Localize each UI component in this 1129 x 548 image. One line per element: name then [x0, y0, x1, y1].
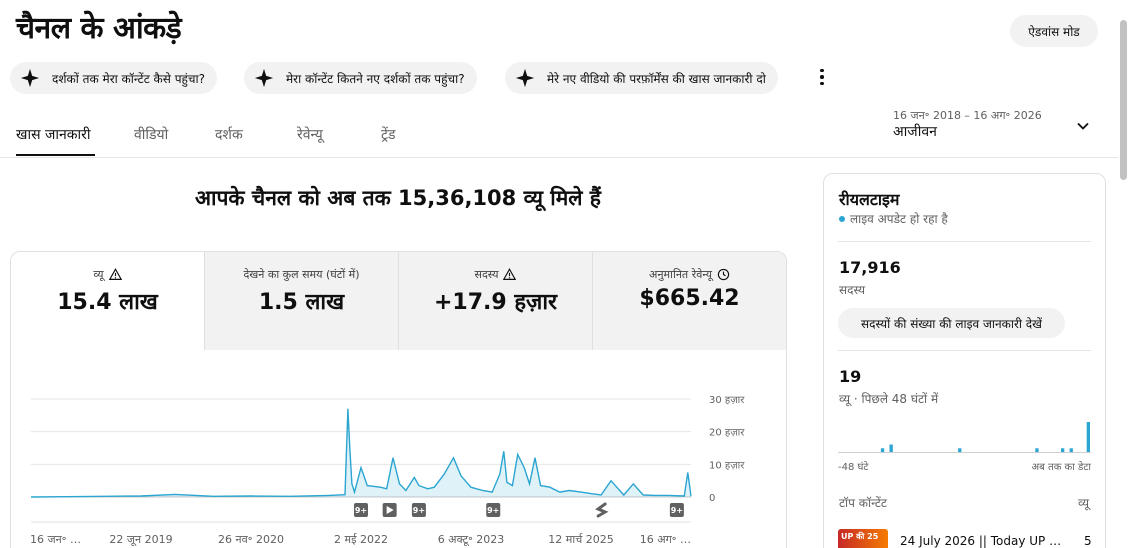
event-marker-count[interactable]: 9+ [411, 503, 426, 517]
realtime-card [823, 173, 1106, 548]
views-area [31, 408, 691, 497]
realtime-views-count: 19 [839, 367, 862, 386]
live-dot-icon [839, 215, 845, 222]
sparkle-icon [515, 68, 535, 88]
date-range-text[interactable]: 16 जन॰ 2018 – 16 अग॰ 2026 [893, 108, 1042, 123]
tab-overview[interactable]: खास जानकारी [16, 125, 91, 144]
live-status: लाइव अपडेट हो रहा है [839, 210, 948, 227]
tab-audience[interactable]: दर्शक [215, 125, 243, 144]
realtime-views-label: व्यू · पिछले 48 घंटों में [839, 392, 939, 406]
realtime-bar[interactable] [1061, 448, 1065, 453]
x-tick-label: 16 अग॰ … [640, 533, 691, 546]
top-video-views: 5 [1084, 534, 1092, 548]
event-marker-count[interactable]: 9+ [669, 503, 684, 517]
page-scrollbar[interactable] [1118, 18, 1128, 548]
chip-label: दर्शकों तक मेरा कॉन्टेंट कैसे पहुंचा? [52, 71, 205, 86]
advanced-mode-button[interactable]: ऐडवांस मोड [1010, 15, 1098, 47]
live-status-text: लाइव अपडेट हो रहा है [850, 212, 948, 226]
x-tick-label: 12 मार्च 2025 [548, 533, 613, 546]
suggestion-chip-new-viewers[interactable]: मेरा कॉन्टेंट कितने नए दर्शकों तक पहुंचा… [244, 62, 477, 94]
top-content-views-header: व्यू [1078, 496, 1090, 510]
event-marker-count[interactable]: 9+ [354, 503, 368, 517]
svg-text:9+: 9+ [671, 506, 683, 515]
divider [838, 241, 1091, 242]
suggestion-chip-new-videos[interactable]: मेरे नए वीडियो की परफ़ॉर्मेंस की खास जान… [505, 62, 778, 94]
realtime-subscribers-label: सदस्य [839, 283, 866, 297]
top-video-thumbnail-text: UP की 25 [841, 532, 879, 541]
realtime-bar[interactable] [1086, 422, 1090, 452]
realtime-title: रीयलटाइम [839, 190, 900, 209]
chip-label: मेरा कॉन्टेंट कितने नए दर्शकों तक पहुंचा… [286, 71, 465, 86]
x-tick-label: 16 जन॰ … [30, 533, 81, 546]
event-marker-count[interactable]: 9+ [486, 503, 501, 517]
top-content-label: टॉप कॉन्टेंट [839, 496, 887, 510]
top-video-title[interactable]: 24 July 2026 || Today UP N… [900, 534, 1062, 548]
y-tick-label: 20 हज़ार [709, 428, 745, 439]
y-tick-label: 10 हज़ार [709, 460, 745, 471]
top-video-thumbnail[interactable]: UP की 25 [838, 529, 888, 548]
tab-revenue[interactable]: रेवेन्यू [297, 125, 323, 144]
svg-text:9+: 9+ [413, 506, 425, 515]
x-tick-label: 26 नव॰ 2020 [218, 533, 284, 546]
realtime-axis-right: अब तक का डेटा [1031, 461, 1091, 473]
y-tick-label: 30 हज़ार [709, 395, 745, 406]
event-marker-shorts[interactable] [595, 502, 610, 518]
svg-text:9+: 9+ [487, 506, 499, 515]
live-subscriber-count-button[interactable]: सदस्यों की संख्या की लाइव जानकारी देखें [838, 308, 1065, 338]
suggestion-chip-audience-reach[interactable]: दर्शकों तक मेरा कॉन्टेंट कैसे पहुंचा? [10, 62, 217, 94]
realtime-bar[interactable] [1069, 448, 1073, 453]
more-options-icon[interactable] [812, 64, 832, 90]
overview-chart-card: व्यू 15.4 लाख देखने का कुल समय (घंटों मे… [10, 251, 787, 548]
divider [838, 350, 1091, 351]
page-title: चैनल के आंकड़े [16, 11, 182, 46]
x-tick-label: 6 अक्टू॰ 2023 [438, 533, 505, 547]
event-marker-play[interactable] [382, 503, 397, 517]
realtime-views-bar-chart[interactable]: -48 घंटे अब तक का डेटा [838, 412, 1091, 474]
views-line-chart[interactable]: 30 हज़ार 20 हज़ार 10 हज़ार 0 9+ 9+ 9+ 9+ 16 जन॰ … [11, 252, 787, 548]
realtime-subscribers-count: 17,916 [839, 258, 901, 277]
realtime-bar[interactable] [889, 444, 893, 453]
svg-text:9+: 9+ [355, 506, 367, 515]
y-tick-label: 0 [709, 493, 715, 504]
chip-label: मेरे नए वीडियो की परफ़ॉर्मेंस की खास जान… [547, 71, 766, 86]
x-tick-label: 22 जून 2019 [109, 533, 172, 547]
active-tab-indicator [16, 154, 95, 156]
tab-videos[interactable]: वीडियो [134, 125, 168, 144]
sparkle-icon [254, 68, 274, 88]
x-tick-label: 2 मई 2022 [334, 533, 388, 546]
sparkle-icon [20, 68, 40, 88]
tab-trends[interactable]: ट्रेंड [381, 125, 396, 144]
date-range-label[interactable]: आजीवन [893, 122, 937, 141]
tabs-divider [0, 157, 1118, 158]
realtime-bar[interactable] [880, 448, 885, 453]
views-headline: आपके चैनल को अब तक 15,36,108 व्यू मिले ह… [195, 186, 601, 210]
scrollbar-thumb[interactable] [1120, 20, 1127, 180]
realtime-axis-left: -48 घंटे [838, 461, 869, 473]
chevron-down-icon[interactable] [1075, 118, 1091, 134]
realtime-bar[interactable] [958, 448, 962, 453]
realtime-bar[interactable] [1035, 448, 1039, 453]
